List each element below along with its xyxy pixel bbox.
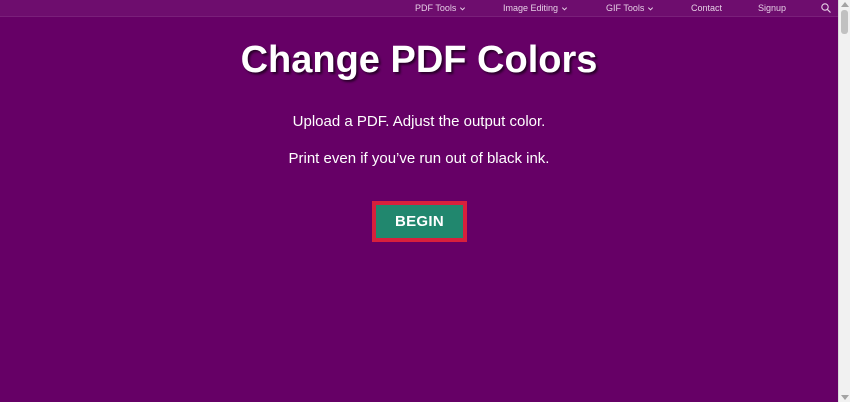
vertical-scrollbar[interactable] (838, 0, 850, 402)
top-navbar: PDF Tools Image Editing GIF Tools Contac… (0, 0, 838, 17)
chevron-down-icon (460, 7, 466, 11)
scroll-up-icon[interactable] (841, 2, 849, 7)
chevron-down-icon (562, 7, 568, 11)
begin-button-highlight: BEGIN (372, 201, 467, 242)
nav-image-editing[interactable]: Image Editing (503, 0, 568, 16)
nav-image-editing-label: Image Editing (503, 3, 559, 13)
nav-gif-tools-label: GIF Tools (606, 3, 645, 13)
subtitle-line-2: Print even if you’ve run out of black in… (288, 150, 550, 167)
nav-pdf-tools-label: PDF Tools (415, 3, 457, 13)
nav-gif-tools[interactable]: GIF Tools (606, 0, 654, 16)
scrollbar-thumb[interactable] (841, 10, 848, 34)
nav-contact[interactable]: Contact (691, 0, 722, 16)
page: PDF Tools Image Editing GIF Tools Contac… (0, 0, 850, 402)
nav-signup[interactable]: Signup (758, 0, 786, 16)
nav-pdf-tools[interactable]: PDF Tools (415, 0, 466, 16)
page-title: Change PDF Colors (240, 39, 598, 81)
scroll-down-icon[interactable] (841, 395, 849, 400)
subtitle-line-1: Upload a PDF. Adjust the output color. (292, 113, 546, 130)
nav-signup-label: Signup (758, 3, 787, 13)
search-icon[interactable] (820, 2, 832, 14)
chevron-down-icon (648, 7, 654, 11)
begin-button[interactable]: BEGIN (376, 205, 463, 238)
nav-contact-label: Contact (691, 3, 723, 13)
